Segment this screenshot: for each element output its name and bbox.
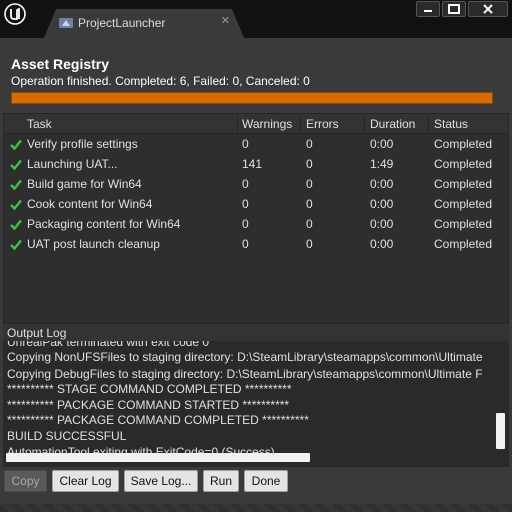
maximize-button[interactable] bbox=[442, 1, 466, 17]
minimize-icon bbox=[424, 10, 432, 12]
task-row[interactable]: Packaging content for Win64 0 0 0:00 Com… bbox=[4, 214, 508, 234]
progress-fill bbox=[11, 92, 493, 104]
minimize-button[interactable] bbox=[416, 1, 440, 17]
task-duration: 0:00 bbox=[370, 137, 394, 151]
log-horizontal-scrollbar[interactable] bbox=[6, 453, 310, 462]
task-table: Task Warnings Errors Duration Status Ver… bbox=[3, 113, 509, 351]
output-log[interactable]: UnrealPak terminated with exit code 0 Co… bbox=[3, 341, 509, 467]
task-duration: 0:00 bbox=[370, 177, 394, 191]
task-duration: 0:00 bbox=[370, 197, 394, 211]
task-errors: 0 bbox=[306, 157, 313, 171]
task-warnings: 141 bbox=[242, 157, 263, 171]
task-row[interactable]: UAT post launch cleanup 0 0 0:00 Complet… bbox=[4, 234, 508, 254]
task-name: UAT post launch cleanup bbox=[27, 237, 160, 251]
log-line: ********** PACKAGE COMMAND STARTED *****… bbox=[7, 398, 290, 412]
log-line: ********** PACKAGE COMMAND COMPLETED ***… bbox=[7, 413, 309, 427]
close-icon bbox=[483, 4, 493, 14]
log-line: Copying NonUFSFiles to staging directory… bbox=[7, 350, 483, 364]
tab-title: ProjectLauncher bbox=[78, 16, 166, 30]
window-controls bbox=[416, 1, 508, 17]
checkmark-icon bbox=[10, 159, 22, 170]
column-divider[interactable] bbox=[364, 116, 365, 132]
close-button[interactable] bbox=[468, 1, 508, 17]
operation-status: Operation finished. Completed: 6, Failed… bbox=[11, 74, 310, 88]
task-errors: 0 bbox=[306, 237, 313, 251]
checkmark-icon bbox=[10, 139, 22, 150]
task-errors: 0 bbox=[306, 137, 313, 151]
save-log-button[interactable]: Save Log... bbox=[124, 470, 198, 492]
column-header-errors[interactable]: Errors bbox=[306, 117, 339, 131]
task-table-header: Task Warnings Errors Duration Status bbox=[4, 114, 508, 134]
checkmark-icon bbox=[10, 219, 22, 230]
log-line: ********** STAGE COMMAND COMPLETED *****… bbox=[7, 382, 292, 396]
task-status: Completed bbox=[434, 157, 493, 171]
launcher-panel: Asset Registry Operation finished. Compl… bbox=[0, 38, 512, 512]
title-bar[interactable]: ProjectLauncher ✕ bbox=[0, 0, 512, 38]
task-errors: 0 bbox=[306, 217, 313, 231]
rocket-icon bbox=[59, 18, 73, 28]
unreal-engine-logo-icon bbox=[4, 3, 26, 25]
maximize-icon bbox=[448, 4, 460, 14]
checkmark-icon bbox=[10, 239, 22, 250]
run-button[interactable]: Run bbox=[203, 470, 239, 492]
task-duration: 0:00 bbox=[370, 237, 394, 251]
column-header-status[interactable]: Status bbox=[434, 117, 468, 131]
window-bottom-border bbox=[0, 504, 512, 512]
task-row[interactable]: Cook content for Win64 0 0 0:00 Complete… bbox=[4, 194, 508, 214]
checkmark-icon bbox=[10, 179, 22, 190]
column-divider[interactable] bbox=[300, 116, 301, 132]
column-header-duration[interactable]: Duration bbox=[370, 117, 415, 131]
tab-project-launcher[interactable]: ProjectLauncher ✕ bbox=[44, 9, 244, 38]
task-row[interactable]: Launching UAT... 141 0 1:49 Completed bbox=[4, 154, 508, 174]
task-name: Cook content for Win64 bbox=[27, 197, 153, 211]
done-button[interactable]: Done bbox=[244, 470, 288, 492]
output-log-title: Output Log bbox=[7, 326, 67, 340]
task-errors: 0 bbox=[306, 197, 313, 211]
task-duration: 0:00 bbox=[370, 217, 394, 231]
task-name: Build game for Win64 bbox=[27, 177, 142, 191]
task-warnings: 0 bbox=[242, 177, 249, 191]
page-title: Asset Registry bbox=[11, 56, 110, 72]
task-warnings: 0 bbox=[242, 217, 249, 231]
copy-button[interactable]: Copy bbox=[4, 470, 47, 492]
column-header-warnings[interactable]: Warnings bbox=[242, 117, 292, 131]
progress-bar bbox=[11, 92, 493, 104]
task-status: Completed bbox=[434, 217, 493, 231]
task-row[interactable]: Build game for Win64 0 0 0:00 Completed bbox=[4, 174, 508, 194]
task-status: Completed bbox=[434, 177, 493, 191]
task-warnings: 0 bbox=[242, 237, 249, 251]
task-warnings: 0 bbox=[242, 137, 249, 151]
column-header-task[interactable]: Task bbox=[27, 117, 52, 131]
log-line: UnrealPak terminated with exit code 0 bbox=[7, 341, 210, 349]
task-warnings: 0 bbox=[242, 197, 249, 211]
log-vertical-scrollbar[interactable] bbox=[496, 413, 505, 449]
task-name: Launching UAT... bbox=[27, 157, 118, 171]
checkmark-icon bbox=[10, 199, 22, 210]
task-status: Completed bbox=[434, 197, 493, 211]
task-row[interactable]: Verify profile settings 0 0 0:00 Complet… bbox=[4, 134, 508, 154]
log-line: BUILD SUCCESSFUL bbox=[7, 429, 127, 443]
log-line: Copying DebugFiles to staging directory:… bbox=[7, 367, 483, 381]
tab-close-icon[interactable]: ✕ bbox=[221, 14, 230, 27]
task-errors: 0 bbox=[306, 177, 313, 191]
task-status: Completed bbox=[434, 137, 493, 151]
column-divider[interactable] bbox=[237, 116, 238, 132]
task-name: Packaging content for Win64 bbox=[27, 217, 181, 231]
task-duration: 1:49 bbox=[370, 157, 394, 171]
task-name: Verify profile settings bbox=[27, 137, 138, 151]
task-status: Completed bbox=[434, 237, 493, 251]
clear-log-button[interactable]: Clear Log bbox=[52, 470, 119, 492]
output-log-header: Output Log bbox=[3, 323, 509, 341]
column-divider[interactable] bbox=[428, 116, 429, 132]
